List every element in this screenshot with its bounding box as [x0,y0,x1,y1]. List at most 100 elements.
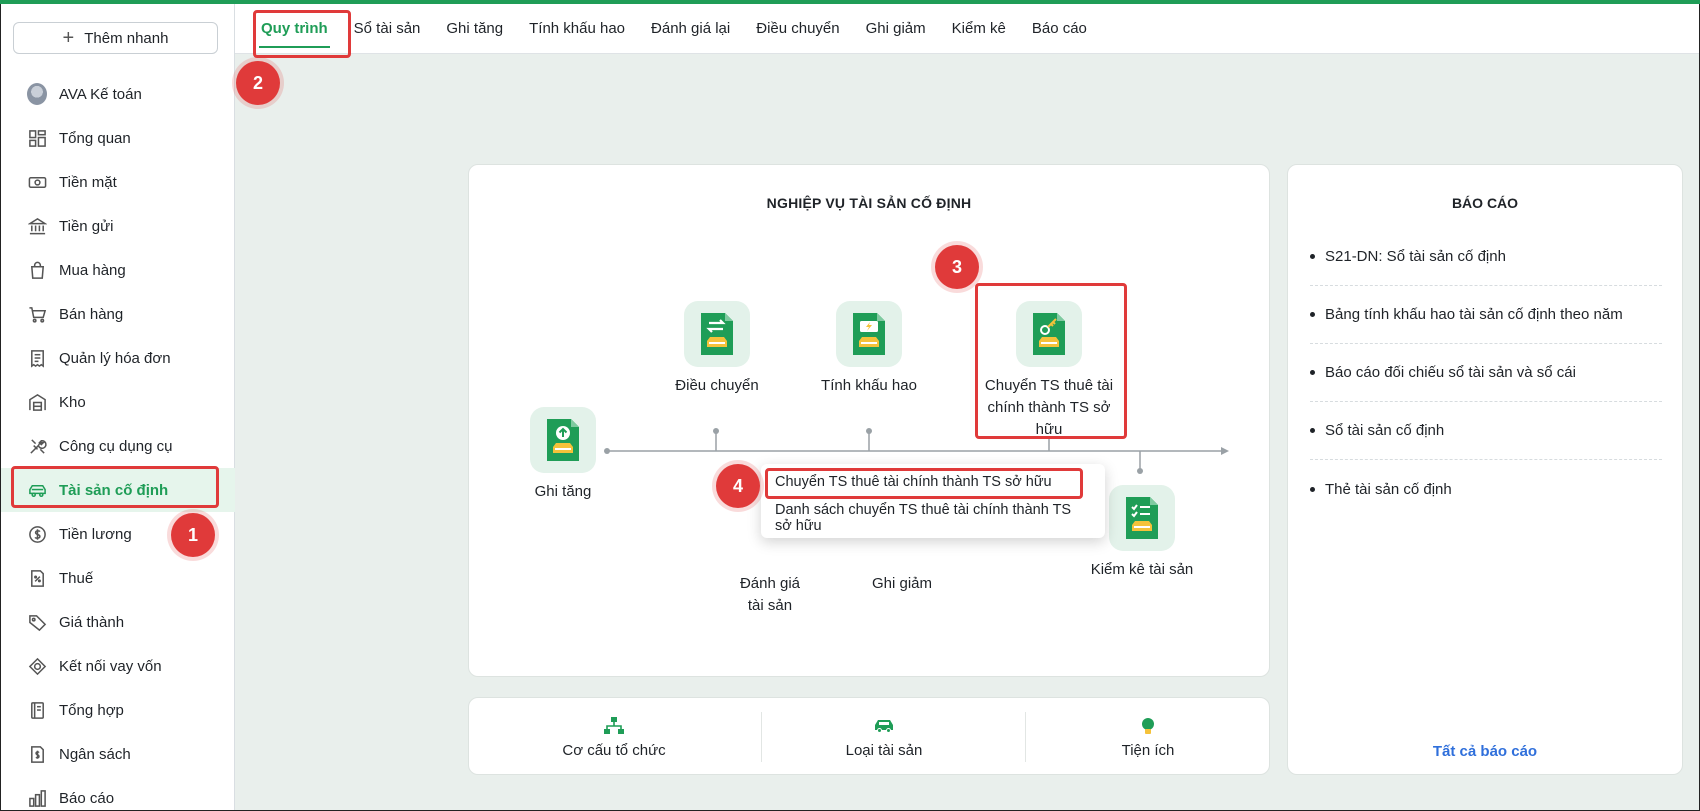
tab-dieu-chuyen[interactable]: Điều chuyển [756,4,839,54]
shortcut-label: Tiện ích [1121,742,1175,759]
dropdown-item-danh-sach-chuyen-ts[interactable]: Danh sách chuyển TS thuê tài chính thành… [761,500,1105,536]
tools-icon [27,436,47,456]
sidebar-item-mua-hang[interactable]: Mua hàng [1,248,235,292]
process-node-chuyen-ts-thue-tai-chinh[interactable]: Chuyển TS thuê tài chính thành TS sở hữu [977,301,1121,441]
divider [761,712,762,762]
report-item[interactable]: Báo cáo đối chiếu sổ tài sản và sổ cái [1310,344,1662,402]
callout-badge-4: 4 [716,464,760,508]
tab-so-tai-san[interactable]: Sổ tài sản [354,4,421,54]
depreciation-icon [836,301,902,367]
all-reports-link[interactable]: Tất cả báo cáo [1288,743,1682,760]
sidebar-item-label: Tiền lương [59,525,132,543]
sidebar-item-ban-hang[interactable]: Bán hàng [1,292,235,336]
report-item[interactable]: S21-DN: Sổ tài sản cố định [1310,228,1662,286]
tab-quy-trinh[interactable]: Quy trình [259,4,330,54]
cart-icon [27,304,47,324]
sidebar-item-label: Mua hàng [59,261,126,279]
quick-add-button[interactable]: + Thêm nhanh [13,22,218,54]
bar-chart-icon [27,788,47,808]
report-item-label: Sổ tài sản cố định [1325,422,1445,439]
module-tabs: Quy trình Sổ tài sản Ghi tăng Tính khấu … [235,4,1699,54]
sidebar-item-quan-ly-hoa-don[interactable]: Quản lý hóa đơn [1,336,235,380]
asset-increase-icon [530,407,596,473]
sidebar-item-kho[interactable]: Kho [1,380,235,424]
sidebar-item-label: AVA Kế toán [59,85,142,103]
tab-tinh-khau-hao[interactable]: Tính khấu hao [529,4,625,54]
sidebar-item-thue[interactable]: Thuế [1,556,235,600]
sidebar-item-ket-noi-vay-von[interactable]: Kết nối vay vốn [1,644,235,688]
sidebar-item-tien-gui[interactable]: Tiền gửi [1,204,235,248]
callout-badge-3: 3 [935,245,979,289]
tab-ghi-tang[interactable]: Ghi tăng [446,4,503,54]
node-label-line: chính thành TS sở [987,399,1111,416]
sidebar-item-tong-hop[interactable]: Tổng hợp [1,688,235,732]
bottom-shortcuts: Cơ cấu tổ chức Loại tài sản Tiện ích [468,697,1270,775]
node-label: Kiểm kê tài sản [1090,561,1194,578]
process-node-tinh-khau-hao[interactable]: Tính khấu hao [807,301,931,397]
asset-transfer-icon [684,301,750,367]
sidebar-nav: AVA Kế toán Tổng quan Tiền mặt Tiền gửi … [1,72,235,811]
shortcut-loai-tai-san[interactable]: Loại tài sản [799,716,969,759]
sidebar-item-label: Quản lý hóa đơn [59,349,171,367]
inventory-check-icon [1109,485,1175,551]
node-label-line: Chuyển TS thuê tài [984,377,1114,394]
sidebar-item-label: Công cụ dụng cụ [59,437,173,455]
sidebar-item-tai-san-co-dinh[interactable]: Tài sản cố định [1,468,235,512]
car-icon [875,720,893,733]
tax-icon [27,568,47,588]
car-icon [27,480,47,500]
avatar-icon [27,83,47,105]
process-card: NGHIỆP VỤ TÀI SẢN CỐ ĐỊNH Ghi tăng Điều … [468,164,1270,677]
tab-danh-gia-lai[interactable]: Đánh giá lại [651,4,730,54]
sidebar-item-label: Giá thành [59,613,125,631]
bullet-icon [1310,254,1315,259]
budget-icon [27,744,47,764]
reports-card: BÁO CÁO S21-DN: Sổ tài sản cố định Bảng … [1287,164,1683,775]
shopping-bag-icon [27,260,47,280]
sidebar-item-label: Tài sản cố định [59,481,169,499]
node-label: Đánh giá tài sản [740,573,800,617]
reports-title: BÁO CÁO [1451,195,1519,211]
node-label: Ghi giảm [871,575,933,592]
sidebar-item-gia-thanh[interactable]: Giá thành [1,600,235,644]
quick-add-label: Thêm nhanh [84,29,169,47]
node-label-line: tài sản [747,597,793,614]
bullet-icon [1310,312,1315,317]
shortcut-co-cau-to-chuc[interactable]: Cơ cấu tổ chức [529,716,699,759]
bullet-icon [1310,428,1315,433]
sidebar: + Thêm nhanh AVA Kế toán Tổng quan Tiền … [1,4,235,810]
sidebar-item-label: Thuế [59,569,94,587]
sidebar-item-ava-ke-toan[interactable]: AVA Kế toán [1,72,235,116]
sidebar-item-bao-cao[interactable]: Báo cáo [1,776,235,811]
sidebar-item-label: Kho [59,393,86,411]
shortcut-tien-ich[interactable]: Tiện ích [1063,716,1233,759]
dashboard-icon [27,128,47,148]
process-node-ghi-tang[interactable]: Ghi tăng [523,407,603,503]
node-label-line: Đánh giá [739,575,801,592]
tag-icon [27,612,47,632]
sidebar-item-label: Tổng hợp [59,701,124,719]
report-item[interactable]: Thẻ tài sản cố định [1310,460,1662,518]
process-node-dieu-chuyen[interactable]: Điều chuyển [662,301,772,397]
sidebar-item-tong-quan[interactable]: Tổng quan [1,116,235,160]
bulb-icon [1142,718,1154,734]
report-item-label: Bảng tính khấu hao tài sản cố định theo … [1325,306,1623,323]
dollar-circle-icon [27,524,47,544]
sidebar-item-tien-mat[interactable]: Tiền mặt [1,160,235,204]
report-item-label: Báo cáo đối chiếu sổ tài sản và sổ cái [1325,364,1576,381]
sidebar-item-cong-cu-dung-cu[interactable]: Công cụ dụng cụ [1,424,235,468]
callout-badge-2: 2 [236,61,280,105]
tab-ghi-giam[interactable]: Ghi giảm [866,4,926,54]
report-item[interactable]: Sổ tài sản cố định [1310,402,1662,460]
shortcut-label: Cơ cấu tổ chức [562,742,666,759]
report-item[interactable]: Bảng tính khấu hao tài sản cố định theo … [1310,286,1662,344]
report-item-label: S21-DN: Sổ tài sản cố định [1325,248,1506,265]
tab-bao-cao[interactable]: Báo cáo [1032,4,1087,54]
dropdown-item-chuyen-ts[interactable]: Chuyển TS thuê tài chính thành TS sở hữu [761,464,1105,500]
sidebar-item-label: Bán hàng [59,305,124,323]
sidebar-item-ngan-sach[interactable]: Ngân sách [1,732,235,776]
reports-list: S21-DN: Sổ tài sản cố định Bảng tính khấ… [1310,228,1662,518]
ledger-icon [27,700,47,720]
warehouse-icon [27,392,47,412]
tab-kiem-ke[interactable]: Kiểm kê [952,4,1006,54]
